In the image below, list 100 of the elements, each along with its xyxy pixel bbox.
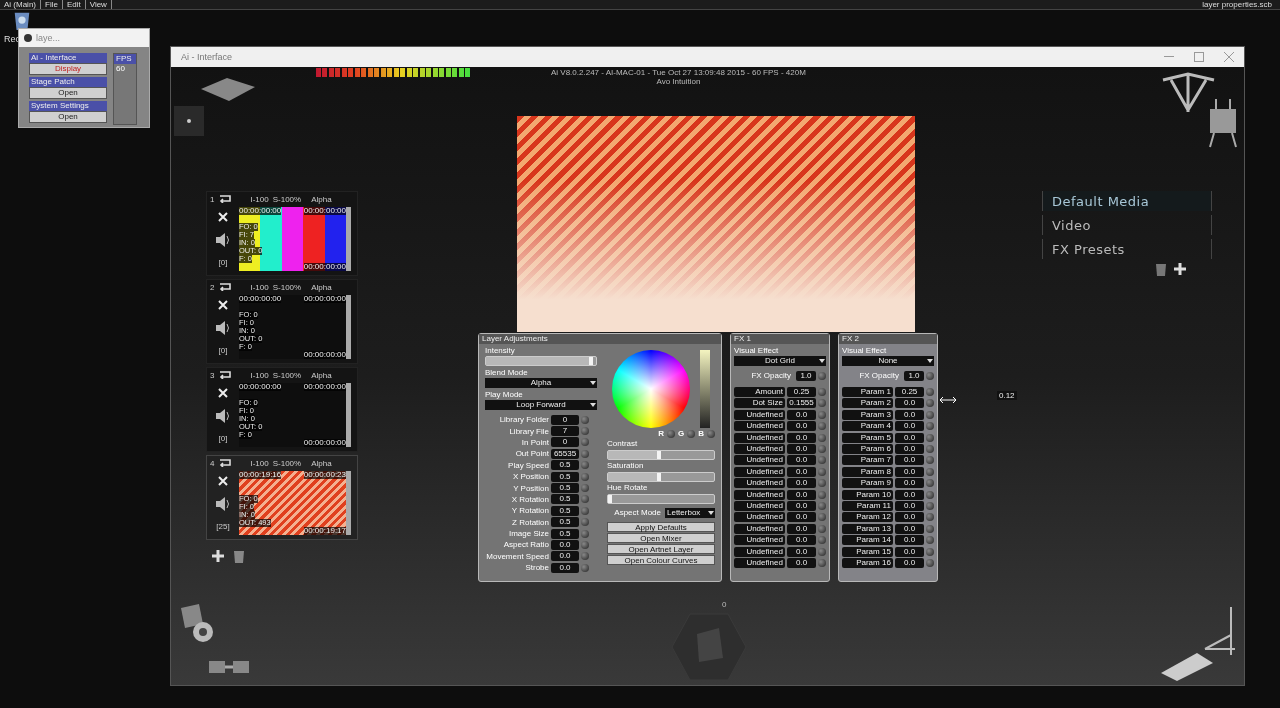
loop-icon[interactable] xyxy=(218,459,233,467)
panel-button[interactable]: Apply Defaults xyxy=(607,522,715,532)
menu-item[interactable]: File xyxy=(41,0,63,9)
dropdown[interactable]: None xyxy=(842,356,934,366)
param-value[interactable]: 0.25 xyxy=(786,387,817,398)
param-value[interactable]: 0.0 xyxy=(894,523,925,534)
param-value[interactable]: 65535 xyxy=(551,448,579,459)
param-value[interactable]: 0.0 xyxy=(894,501,925,511)
param-value[interactable]: 0.5 xyxy=(551,517,579,528)
add-icon[interactable] xyxy=(1174,263,1186,275)
end-time: 00:00:00:23 xyxy=(303,471,346,479)
dropdown[interactable]: Letterbox xyxy=(665,508,715,518)
panel-button[interactable]: Open Mixer xyxy=(607,533,715,543)
param-value[interactable]: 0.5 xyxy=(551,483,579,494)
param-value[interactable]: 0.0 xyxy=(786,535,817,546)
param-value[interactable]: 0.5 xyxy=(551,471,579,482)
speaker-icon[interactable] xyxy=(215,321,231,335)
param-value[interactable]: 0.25 xyxy=(894,387,925,398)
param-value[interactable]: 0.5 xyxy=(551,505,579,516)
menu-item[interactable]: Ai (Main) xyxy=(0,0,41,9)
param-value[interactable]: 0.0 xyxy=(786,478,817,489)
speaker-icon[interactable] xyxy=(215,233,231,247)
param-value[interactable]: 0.0 xyxy=(894,535,925,546)
slider-fill[interactable] xyxy=(608,495,612,503)
brightness-slider[interactable] xyxy=(700,350,710,428)
menu-item[interactable]: Edit xyxy=(62,0,86,9)
param-value[interactable]: 0.0 xyxy=(894,478,925,489)
recycle-bin-icon[interactable] xyxy=(12,11,32,31)
dropdown[interactable]: Dot Grid xyxy=(734,356,826,366)
param-value[interactable]: 0.5 xyxy=(551,528,579,539)
param-value[interactable]: 0.0 xyxy=(786,444,817,455)
speaker-icon[interactable] xyxy=(215,497,231,511)
slider-track[interactable] xyxy=(607,450,715,460)
param-value[interactable]: 1.0 xyxy=(796,370,816,381)
truss-icon[interactable] xyxy=(1161,72,1216,114)
param-value[interactable]: 0.0 xyxy=(786,489,817,500)
param-label: Param 15 xyxy=(842,546,893,557)
menu-item[interactable]: View xyxy=(85,0,112,9)
maximize-icon[interactable] xyxy=(1194,52,1204,62)
param-value[interactable]: 0.0 xyxy=(786,557,817,568)
dropdown[interactable]: Loop Forward xyxy=(485,400,597,410)
media-menu-item[interactable]: Default Media xyxy=(1042,191,1212,211)
param-value[interactable]: 0.0 xyxy=(894,421,925,432)
knob[interactable] xyxy=(687,429,696,438)
keyboard-icon[interactable] xyxy=(1159,651,1215,683)
open-button[interactable]: Display xyxy=(29,63,107,75)
param-value[interactable]: 0.5 xyxy=(551,494,579,505)
trash-icon[interactable] xyxy=(233,549,245,563)
slider-fill[interactable] xyxy=(608,451,661,459)
param-value[interactable]: 0.0 xyxy=(786,523,817,534)
param-value[interactable]: 0.0 xyxy=(551,551,579,562)
param-value[interactable]: 0.0 xyxy=(894,444,925,455)
media-menu-item[interactable]: Video xyxy=(1042,215,1212,235)
param-value[interactable]: 0.0 xyxy=(894,455,925,466)
slider-fill[interactable] xyxy=(608,473,661,481)
dropdown[interactable]: Alpha xyxy=(485,378,597,388)
param-value[interactable]: 0 xyxy=(551,414,579,425)
open-button[interactable]: Open xyxy=(29,111,107,123)
loop-icon[interactable] xyxy=(218,283,233,291)
panel-button[interactable]: Open Artnet Layer xyxy=(607,544,715,554)
param-value[interactable]: 0.0 xyxy=(894,409,925,420)
loop-icon[interactable] xyxy=(218,195,233,203)
param-value[interactable]: 0.0 xyxy=(894,512,925,523)
tile-icon[interactable] xyxy=(199,75,257,103)
loop-icon[interactable] xyxy=(218,371,233,379)
param-value[interactable]: 7 xyxy=(551,426,579,437)
media-menu-item[interactable]: FX Presets xyxy=(1042,239,1212,259)
param-value[interactable]: 0.0 xyxy=(894,466,925,477)
param-value[interactable]: 0.0 xyxy=(786,432,817,443)
param-value[interactable]: 0.0 xyxy=(786,501,817,511)
param-value[interactable]: 0.0 xyxy=(786,466,817,477)
param-value[interactable]: 0.0 xyxy=(786,409,817,420)
param-value[interactable]: 0.0 xyxy=(894,557,925,568)
slider-fill[interactable] xyxy=(486,357,593,365)
open-button[interactable]: Open xyxy=(29,87,107,99)
slider-track[interactable] xyxy=(485,356,597,366)
param-value[interactable]: 0.0 xyxy=(894,432,925,443)
slider-track[interactable] xyxy=(607,472,715,482)
param-value[interactable]: 0.0 xyxy=(894,398,925,409)
param-value[interactable]: 0.0 xyxy=(786,455,817,466)
param-value[interactable]: 0.1555 xyxy=(786,398,817,409)
slider-track[interactable] xyxy=(607,494,715,504)
knob[interactable] xyxy=(707,429,715,438)
param-value[interactable]: 0.0 xyxy=(786,421,817,432)
param-value[interactable]: 0.0 xyxy=(551,540,579,550)
trash-icon[interactable] xyxy=(1156,263,1166,276)
param-value[interactable]: 0.5 xyxy=(551,460,579,471)
param-value[interactable]: 0.0 xyxy=(786,512,817,523)
speed-value: S-100% xyxy=(272,194,302,204)
param-value[interactable]: 0.0 xyxy=(894,489,925,500)
knob[interactable] xyxy=(667,429,675,438)
param-value[interactable]: 0 xyxy=(551,437,579,448)
param-value[interactable]: 0.0 xyxy=(894,546,925,557)
minimize-icon[interactable] xyxy=(1164,56,1174,58)
add-icon[interactable] xyxy=(211,549,225,563)
param-value[interactable]: 0.0 xyxy=(786,546,817,557)
speaker-icon[interactable] xyxy=(215,409,231,423)
param-value[interactable]: 1.0 xyxy=(904,370,924,381)
param-value[interactable]: 0.0 xyxy=(551,562,579,573)
panel-button[interactable]: Open Colour Curves xyxy=(607,555,715,565)
